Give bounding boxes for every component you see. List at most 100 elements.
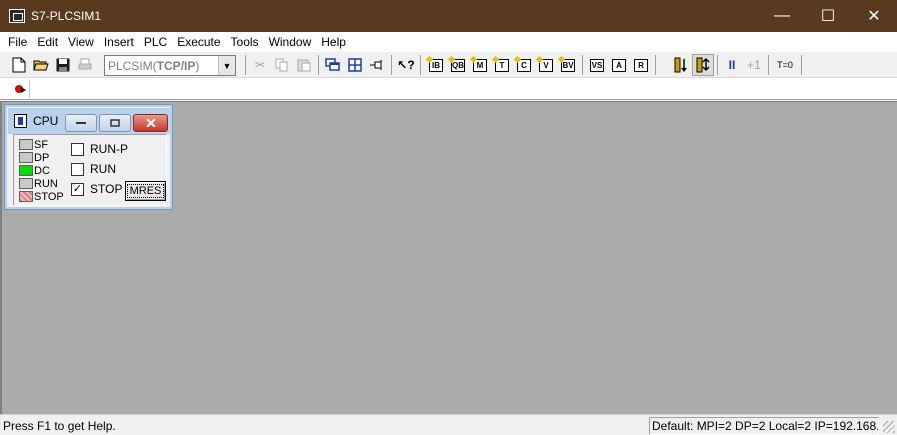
copy-icon bbox=[275, 58, 288, 72]
close-button[interactable]: ✕ bbox=[851, 0, 897, 32]
cpu-title-bar[interactable]: CPU bbox=[8, 108, 171, 134]
interface-select[interactable]: PLCSIM(TCP/IP) ▼ bbox=[104, 55, 236, 76]
insert-bit-memory-button[interactable]: M bbox=[469, 54, 491, 76]
led-run bbox=[19, 178, 33, 189]
led-sf-label: SF bbox=[34, 139, 49, 151]
run-p-checkbox[interactable] bbox=[71, 143, 84, 156]
toolbar-divider bbox=[655, 55, 656, 75]
led-dp bbox=[19, 152, 33, 163]
insert-output-button[interactable]: QB bbox=[447, 54, 469, 76]
led-dc-label: DC bbox=[34, 165, 50, 177]
cpu-maximize-button[interactable] bbox=[99, 114, 131, 132]
maximize-button[interactable]: ☐ bbox=[805, 0, 851, 32]
single-scan-button[interactable] bbox=[670, 54, 692, 76]
stack-icon: VS bbox=[590, 58, 604, 72]
timer-reset-label: T=0 bbox=[777, 60, 793, 70]
menu-plc[interactable]: PLC bbox=[139, 33, 172, 51]
title-bar[interactable]: S7-PLCSIM1 — ☐ ✕ bbox=[0, 0, 897, 32]
accumulators-icon: A bbox=[612, 58, 626, 72]
pin-icon bbox=[370, 60, 382, 70]
run-p-label[interactable]: RUN-P bbox=[90, 142, 128, 156]
copy-button[interactable] bbox=[271, 54, 293, 76]
pause-button[interactable]: II bbox=[721, 54, 743, 76]
main-toolbar: PLCSIM(TCP/IP) ▼ ✂ ↖? IB QB M T C V BV V… bbox=[0, 52, 897, 78]
insert-timer-button[interactable]: T bbox=[491, 54, 513, 76]
toolbar-divider bbox=[717, 55, 718, 75]
status-connection-info: Default: MPI=2 DP=2 Local=2 IP=192.168.0 bbox=[649, 417, 879, 435]
insert-vertical-bits-button[interactable]: BV bbox=[557, 54, 579, 76]
stop-label[interactable]: STOP bbox=[90, 182, 122, 196]
reset-timers-button[interactable]: T=0 bbox=[772, 54, 798, 76]
cut-button[interactable]: ✂ bbox=[249, 54, 271, 76]
tile-windows-button[interactable] bbox=[344, 54, 366, 76]
accumulators-button[interactable]: A bbox=[608, 54, 630, 76]
menu-insert[interactable]: Insert bbox=[99, 33, 139, 51]
mres-button[interactable]: MRES bbox=[125, 181, 166, 201]
menu-file[interactable]: File bbox=[3, 33, 32, 51]
block-registers-button[interactable]: R bbox=[630, 54, 652, 76]
insert-input-button[interactable]: IB bbox=[425, 54, 447, 76]
save-button[interactable] bbox=[52, 54, 74, 76]
save-icon bbox=[56, 58, 70, 72]
insert-memory-icon: M bbox=[473, 58, 487, 72]
led-dp-label: DP bbox=[34, 152, 50, 164]
toolbar-divider bbox=[582, 55, 583, 75]
menu-help[interactable]: Help bbox=[316, 33, 351, 51]
insert-timer-icon: T bbox=[495, 58, 509, 72]
menu-window[interactable]: Window bbox=[264, 33, 317, 51]
insert-output-icon: QB bbox=[451, 58, 465, 72]
led-dc bbox=[19, 165, 33, 176]
context-help-button[interactable]: ↖? bbox=[395, 54, 417, 76]
continuous-scan-button[interactable] bbox=[692, 54, 714, 76]
run-checkbox[interactable] bbox=[71, 163, 84, 176]
cpu-close-button[interactable] bbox=[133, 114, 168, 132]
cascade-icon bbox=[325, 58, 340, 71]
toolbar-divider bbox=[318, 55, 319, 75]
next-scan-button[interactable]: +1 bbox=[743, 54, 765, 76]
mres-label: MRES bbox=[126, 184, 165, 198]
cpu-window[interactable]: CPU SF DP DC RUN STOP RUN-P RUN ✓ STOP M… bbox=[4, 104, 173, 210]
toolbar-divider bbox=[420, 55, 421, 75]
minimize-button[interactable]: — bbox=[759, 0, 805, 32]
run-label[interactable]: RUN bbox=[90, 162, 116, 176]
paste-button[interactable] bbox=[293, 54, 315, 76]
print-button[interactable] bbox=[74, 54, 96, 76]
led-stop-label: STOP bbox=[34, 191, 64, 203]
chevron-down-icon[interactable]: ▼ bbox=[218, 56, 235, 75]
stop-checkbox[interactable]: ✓ bbox=[71, 183, 84, 196]
menu-view[interactable]: View bbox=[63, 33, 99, 51]
cascade-windows-button[interactable] bbox=[322, 54, 344, 76]
menu-bar: File Edit View Insert PLC Execute Tools … bbox=[0, 32, 897, 52]
cpu-minimize-button[interactable] bbox=[65, 114, 97, 132]
insert-counter-button[interactable]: C bbox=[513, 54, 535, 76]
app-icon[interactable] bbox=[9, 9, 25, 23]
toolbar-divider bbox=[245, 55, 246, 75]
toolbar-divider bbox=[801, 55, 802, 75]
pin-button[interactable] bbox=[366, 54, 388, 76]
execute-tools: II +1 T=0 bbox=[670, 53, 805, 77]
cpu-panel: SF DP DC RUN STOP RUN-P RUN ✓ STOP MRES bbox=[13, 134, 167, 206]
open-folder-icon bbox=[33, 60, 49, 71]
led-stop bbox=[19, 191, 33, 202]
menu-execute[interactable]: Execute bbox=[172, 33, 225, 51]
cpu-window-title: CPU bbox=[33, 114, 59, 128]
stack-button[interactable]: VS bbox=[586, 54, 608, 76]
new-file-button[interactable] bbox=[8, 54, 30, 76]
maximize-icon bbox=[110, 119, 120, 127]
close-icon bbox=[145, 119, 156, 127]
led-sf bbox=[19, 139, 33, 150]
menu-edit[interactable]: Edit bbox=[32, 33, 63, 51]
help-arrow-icon: ↖? bbox=[397, 58, 415, 72]
insert-generic-button[interactable]: V bbox=[535, 54, 557, 76]
scissors-icon: ✂ bbox=[254, 58, 266, 72]
menu-tools[interactable]: Tools bbox=[226, 33, 264, 51]
record-button[interactable] bbox=[8, 80, 30, 98]
led-run-label: RUN bbox=[34, 178, 58, 190]
open-button[interactable] bbox=[30, 54, 52, 76]
record-play-icon bbox=[14, 85, 26, 93]
pause-icon: II bbox=[728, 58, 736, 72]
toolbar-divider bbox=[391, 55, 392, 75]
resize-grip-icon[interactable] bbox=[883, 421, 895, 433]
window-controls: — ☐ ✕ bbox=[759, 0, 897, 32]
toolbar-divider bbox=[768, 55, 769, 75]
